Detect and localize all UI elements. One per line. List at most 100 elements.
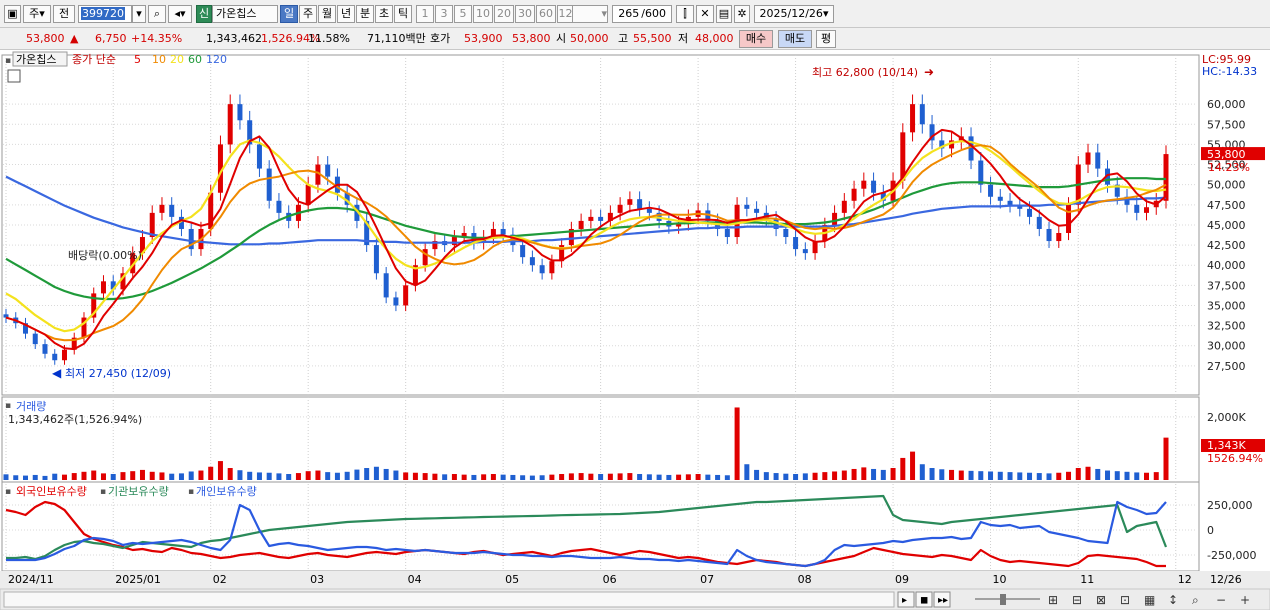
interval-button-10[interactable]: 10 [473,5,493,23]
period-tab-3[interactable]: 년 [337,5,355,23]
volume-bar [539,475,545,480]
gear-icon[interactable]: ✲ [734,5,750,23]
scroll-control-glyph: ▸▸ [938,595,948,606]
candle-body [851,188,857,201]
bid-price: 53,800 [512,32,551,45]
candle-body [325,164,331,177]
tool-icon: ▦ [1144,593,1155,607]
candle-body [754,208,760,213]
stock-chart[interactable]: 2024/11 2025/01 02 03 04 05 06 07 08 09 10 11 12 12/2… [0,50,1270,610]
volume-bar [500,474,506,480]
volume-bar [695,474,701,480]
price-tick-label: 45,000 [1207,219,1246,232]
volume-bar [266,472,272,480]
candle-icon[interactable]: ⫿ [676,5,694,23]
volume-bar [958,470,964,480]
high-annotation: 최고 62,800 (10/14) [812,66,918,79]
period-tab-6[interactable]: 틱 [394,5,412,23]
volume-bar [1007,472,1013,480]
volume-bar [481,474,487,480]
period-tab-5[interactable]: 초 [375,5,393,23]
volume-bar [373,466,379,480]
code-dropdown-icon[interactable]: ▾ [132,5,146,23]
volume-bar [383,468,389,480]
candle-body [627,199,633,205]
stock-code-input[interactable]: 399720 [78,5,132,23]
x-tick-label: 02 [213,573,227,586]
x-tick-label: 2025/01 [115,573,161,586]
volume-bar [461,474,467,480]
open-price: 50,000 [570,32,609,45]
interval-button-20[interactable]: 20 [494,5,514,23]
volume-bar [247,471,253,480]
volume-bar [1105,470,1111,480]
volume-bar [198,470,204,480]
prev-button[interactable]: 전 [53,5,75,23]
candle-body [529,257,535,266]
dot-icon: ▪ [5,487,11,497]
candle-body [783,228,789,238]
interval-button-1[interactable]: 1 [416,5,434,23]
volume-bar [217,461,223,480]
volume-bar [334,472,340,480]
interval-button-30[interactable]: 30 [515,5,535,23]
candle-body [1095,152,1101,169]
volume-bar [1114,471,1120,480]
volume-bar [305,471,311,480]
candle-body [1144,207,1150,213]
date-input[interactable]: 2025/12/26▾ [754,5,834,23]
candle-body [578,220,584,229]
period-tab-1[interactable]: 주 [299,5,317,23]
volume-title: 거래량 [16,400,46,413]
volume-bar [607,473,613,480]
crosshair-icon[interactable]: ✕ [696,5,714,23]
candle-body [500,228,506,235]
volume-bar [793,474,799,480]
candle-body [52,353,58,361]
interval-button-5[interactable]: 5 [454,5,472,23]
stock-name[interactable]: 가온칩스 [212,5,278,23]
volume-bar [178,473,184,480]
candle-body [1046,228,1052,242]
dot-icon: ▪ [5,56,11,66]
candle-body [871,180,877,193]
candle-body [227,104,233,145]
save-icon[interactable]: ▤ [716,5,732,23]
tool-icon: ⊡ [1120,593,1130,607]
volume-bar [188,471,194,480]
legend-ma-10: 10 [152,53,166,66]
period-select[interactable]: 주▾ [23,5,51,23]
candle-body [100,281,106,294]
volume-bar [422,473,428,480]
holdings-legend-1: 기관보유수량 [108,485,169,498]
blank-select[interactable]: ▾ [572,5,608,23]
x-tick-label: 05 [505,573,519,586]
price-tick-label: 60,000 [1207,98,1246,111]
bar-count[interactable]: 265/600 [612,5,672,23]
volume-bar [1134,472,1140,480]
candle-body [1007,200,1013,205]
x-tick-label: 12 [1178,573,1192,586]
period-tab-2[interactable]: 월 [318,5,336,23]
chart-menu-icon[interactable]: ▣ [4,5,21,23]
volume-bar [169,473,175,480]
search-icon[interactable]: ⌕ [148,5,166,23]
legend-ma-20: 20 [170,53,184,66]
period-tab-4[interactable]: 분 [356,5,374,23]
speaker-icon[interactable]: ◂▾ [168,5,192,23]
x-tick-label: 10 [993,573,1007,586]
volume-bar [627,473,633,480]
interval-button-60[interactable]: 60 [536,5,556,23]
volume-bar [22,475,28,480]
buy-button[interactable]: 매수 [739,30,773,48]
interval-button-3[interactable]: 3 [435,5,453,23]
x-tick-label: 07 [700,573,714,586]
period-tab-0[interactable]: 일 [280,5,298,23]
toolbar: ▣ 주▾ 전 399720 ▾ ⌕ ◂▾ 신 가온칩스 일주월년분초틱 1351… [0,0,1270,28]
sell-button[interactable]: 매도 [778,30,812,48]
volume-bar [637,474,643,480]
last-pct-label: 14.23% [1208,161,1250,174]
holdings-tick-label: 250,000 [1207,499,1253,512]
average-button[interactable]: 평 [816,30,836,48]
volume-bar [812,472,818,480]
